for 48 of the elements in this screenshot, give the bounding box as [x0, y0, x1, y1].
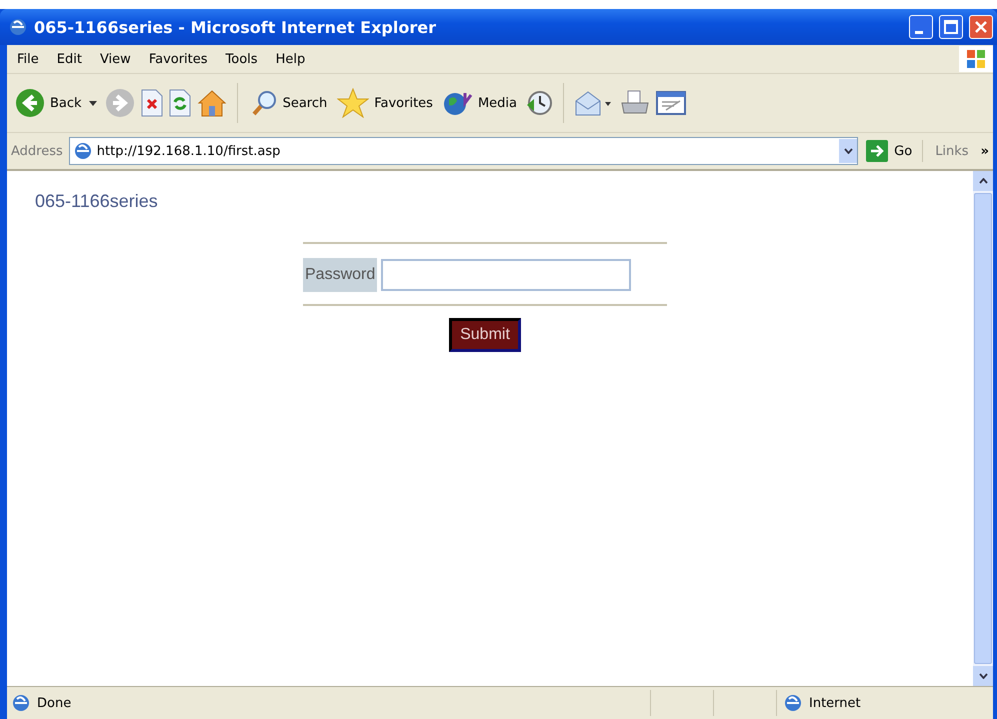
windows-flag-icon	[959, 46, 993, 72]
scroll-up-button[interactable]	[973, 171, 993, 191]
go-button[interactable]: Go	[864, 140, 924, 162]
back-button[interactable]: Back	[13, 86, 99, 120]
dropdown-button[interactable]	[839, 139, 858, 163]
page-icon	[72, 141, 93, 161]
caret-icon	[88, 100, 97, 106]
scrollbar[interactable]	[973, 171, 993, 686]
window-title: 065-1166series - Microsoft Internet Explorer	[34, 18, 437, 36]
chevron-down-icon	[978, 673, 988, 679]
search-button[interactable]: Search	[248, 87, 330, 119]
edit-page-icon[interactable]	[656, 90, 686, 116]
stop-icon[interactable]	[140, 89, 163, 117]
zone-text: Internet	[809, 696, 861, 710]
submit-button[interactable]: Submit	[449, 318, 521, 352]
password-label: Password	[303, 258, 378, 292]
menu-item[interactable]: File	[9, 50, 47, 68]
search-icon	[250, 89, 278, 117]
home-icon[interactable]	[196, 89, 227, 117]
address-field[interactable]: http://192.168.1.10/first.asp	[68, 137, 858, 165]
password-field[interactable]	[381, 259, 632, 291]
close-button[interactable]	[969, 15, 993, 39]
browser-icon	[8, 17, 28, 37]
menu-item[interactable]: Favorites	[140, 50, 216, 68]
media-button[interactable]: Media	[440, 87, 520, 119]
close-icon	[974, 20, 988, 34]
minimize-button[interactable]	[909, 15, 933, 39]
minimize-icon	[915, 30, 923, 34]
star-icon	[337, 88, 370, 118]
menu-item[interactable]: Tools	[218, 50, 266, 68]
menu-item[interactable]: Edit	[48, 50, 90, 68]
status-text: Done	[37, 696, 72, 710]
scroll-down-button[interactable]	[973, 666, 993, 686]
maximize-icon	[944, 20, 958, 34]
maximize-button[interactable]	[939, 15, 963, 39]
links-button[interactable]: Links	[929, 142, 975, 160]
menu-item[interactable]: View	[92, 50, 139, 68]
address-label: Address	[11, 144, 63, 158]
page-heading: 065-1166series	[35, 191, 159, 212]
favorites-button[interactable]: Favorites	[335, 86, 435, 120]
scroll-thumb[interactable]	[974, 193, 992, 664]
chevron-up-icon	[978, 178, 988, 184]
arrow-right-icon	[866, 140, 888, 162]
page-icon	[11, 693, 31, 713]
refresh-icon[interactable]	[168, 89, 191, 117]
menu-item[interactable]: Help	[268, 50, 314, 68]
more-chevron[interactable]: »	[980, 144, 989, 158]
chevron-down-icon	[844, 148, 853, 154]
